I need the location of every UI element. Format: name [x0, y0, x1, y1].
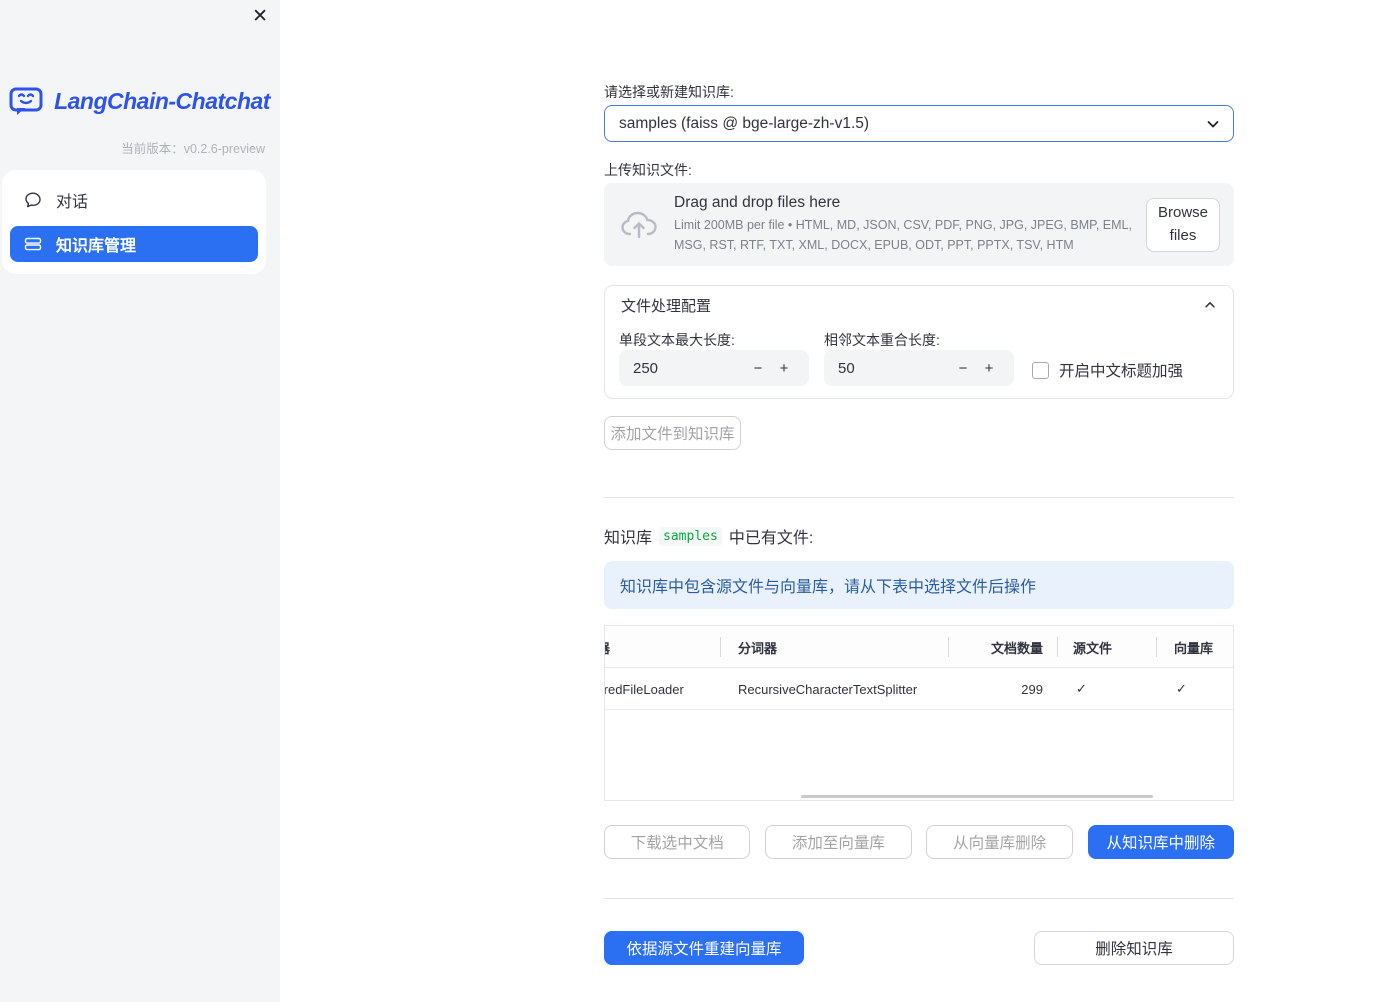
delete-from-kb-button[interactable]: 从知识库中删除: [1087, 825, 1234, 859]
sidebar-close-icon[interactable]: ✕: [252, 6, 268, 28]
delete-from-vector-store-button[interactable]: 从向量库删除: [926, 825, 1073, 859]
col-header-splitter[interactable]: 分词器: [738, 626, 938, 668]
info-alert-text: 知识库中包含源文件与向量库，请从下表中选择文件后操作: [620, 579, 1037, 596]
add-to-vector-store-button[interactable]: 添加至向量库: [765, 825, 912, 859]
chevron-down-icon: [1205, 116, 1221, 132]
chat-bubble-icon: [24, 191, 42, 209]
plus-stepper[interactable]: +: [771, 360, 797, 377]
sidebar-item-knowledge-base[interactable]: 知识库管理: [10, 226, 258, 262]
version-text: 当前版本：v0.2.6-preview: [121, 138, 265, 157]
kb-selected-value: samples (faiss @ bge-large-zh-v1.5): [619, 114, 870, 132]
logo-chat-smiley-icon: [8, 84, 46, 118]
download-selected-button[interactable]: 下载选中文档: [604, 825, 751, 859]
file-action-buttons: 下载选中文档 添加至向量库 从向量库删除 从知识库中删除: [604, 825, 1234, 859]
divider: [604, 497, 1234, 498]
file-uploader-dropzone[interactable]: Drag and drop files here Limit 200MB per…: [604, 183, 1234, 266]
chunk-overlap-value: 50: [838, 359, 855, 377]
cell-splitter: RecursiveCharacterTextSplitter: [738, 681, 918, 697]
sidebar-item-label: 知识库管理: [56, 238, 137, 255]
kb-select-dropdown[interactable]: samples (faiss @ bge-large-zh-v1.5): [604, 105, 1234, 142]
app-root: { "theme": { "primary": "#2b6ff2", "logo…: [0, 0, 1380, 1002]
expander-title: 文件处理配置: [621, 297, 712, 315]
divider: [604, 898, 1234, 899]
table-header-row: 文档加载器 分词器 文档数量 源文件 向量库: [605, 626, 1233, 668]
column-separator: [1057, 637, 1058, 657]
logo-text: LangChain-Chatchat: [54, 87, 270, 114]
kb-name-code: samples: [659, 526, 722, 546]
check-icon: ✓: [1076, 681, 1087, 696]
uploader-limit-text: Limit 200MB per file • HTML, MD, JSON, C…: [674, 218, 1132, 252]
upload-label: 上传知识文件:: [604, 162, 692, 178]
checkbox-box-icon[interactable]: [1032, 361, 1049, 379]
table-row[interactable]: UnstructuredFileLoader RecursiveCharacte…: [605, 668, 1233, 710]
uploader-title: Drag and drop files here: [674, 194, 841, 212]
kb-files-line: 知识库 samples 中已有文件:: [604, 524, 813, 548]
sidebar-menu: 对话 知识库管理: [2, 170, 266, 274]
column-separator: [720, 637, 721, 657]
version-label: 当前版本：: [121, 142, 184, 156]
chevron-up-icon: [1203, 298, 1217, 312]
col-header-loader[interactable]: 文档加载器: [605, 626, 719, 668]
uploader-texts: Drag and drop files here Limit 200MB per…: [674, 194, 1132, 255]
cloud-upload-icon: [620, 209, 658, 241]
col-header-source[interactable]: 源文件: [1073, 626, 1143, 668]
file-config-expander: 文件处理配置 单段文本最大长度: 相邻文本重合长度: 250 − + 50 − …: [604, 285, 1234, 399]
chunk-size-label: 单段文本最大长度:: [619, 332, 735, 348]
sidebar-item-dialogue[interactable]: 对话: [10, 182, 258, 218]
add-files-to-kb-button[interactable]: 添加文件到知识库: [604, 416, 741, 450]
stacked-drives-icon: [24, 235, 42, 253]
expander-header[interactable]: 文件处理配置: [605, 286, 1233, 324]
rebuild-vector-store-button[interactable]: 依据源文件重建向量库: [604, 931, 804, 965]
checkbox-label: 开启中文标题加强: [1059, 363, 1184, 380]
cell-loader: UnstructuredFileLoader: [605, 681, 684, 697]
column-separator: [948, 637, 949, 657]
kb-files-table[interactable]: 文档加载器 分词器 文档数量 源文件 向量库 UnstructuredFileL…: [604, 625, 1234, 801]
kb-select-label: 请选择或新建知识库:: [604, 84, 734, 100]
version-value: v0.2.6-preview: [183, 142, 265, 156]
browse-files-button[interactable]: Browse files: [1146, 197, 1220, 252]
chunk-size-value: 250: [633, 359, 659, 377]
delete-kb-button[interactable]: 删除知识库: [1034, 931, 1234, 965]
check-icon: ✓: [1176, 681, 1187, 696]
sidebar: ✕ LangChain-Chatchat 当前版本：v0.2.6-preview…: [0, 0, 280, 1002]
chunk-overlap-input[interactable]: 50 − +: [824, 350, 1014, 386]
zh-title-enhance-checkbox[interactable]: 开启中文标题加强: [1032, 359, 1183, 381]
cell-docs-count: 299: [1021, 681, 1043, 697]
minus-stepper[interactable]: −: [745, 360, 771, 377]
horizontal-scrollbar[interactable]: [801, 795, 1153, 798]
chunk-overlap-label: 相邻文本重合长度:: [824, 332, 940, 348]
minus-stepper[interactable]: −: [950, 360, 976, 377]
col-header-vector[interactable]: 向量库: [1174, 626, 1232, 668]
info-alert: 知识库中包含源文件与向量库，请从下表中选择文件后操作: [604, 561, 1234, 609]
kb-files-suffix: 中已有文件:: [728, 530, 814, 547]
kb-files-prefix: 知识库: [604, 530, 653, 547]
main-content: 请选择或新建知识库: samples (faiss @ bge-large-zh…: [604, 0, 1234, 1002]
col-header-docs[interactable]: 文档数量: [958, 626, 1043, 668]
column-separator: [1156, 637, 1157, 657]
app-logo: LangChain-Chatchat: [8, 84, 270, 118]
chunk-size-input[interactable]: 250 − +: [619, 350, 809, 386]
plus-stepper[interactable]: +: [976, 360, 1002, 377]
sidebar-item-label: 对话: [56, 194, 89, 211]
